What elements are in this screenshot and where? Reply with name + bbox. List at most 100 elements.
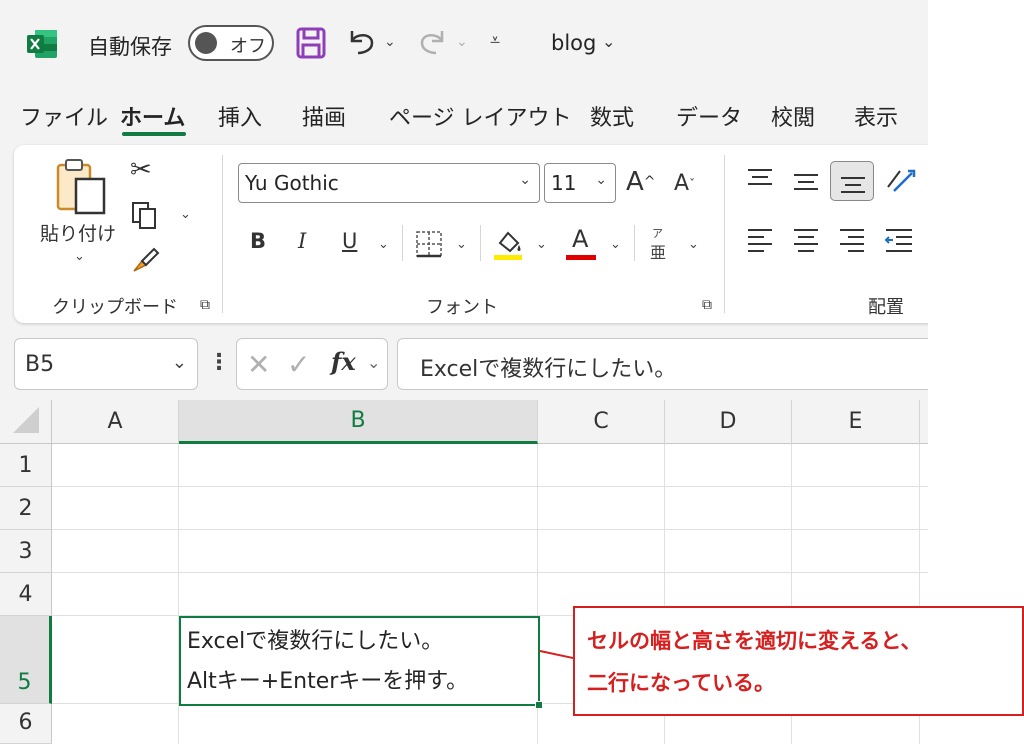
- annotation-callout: セルの幅と高さを適切に変えると、 二行になっている。: [573, 606, 1024, 716]
- top-align-icon[interactable]: [746, 167, 774, 191]
- formula-input[interactable]: Excelで複数行にしたい。: [397, 338, 928, 390]
- column-header-b[interactable]: B: [179, 400, 538, 444]
- save-icon[interactable]: [296, 27, 326, 59]
- group-separator: [222, 155, 223, 313]
- orientation-icon[interactable]: [884, 165, 918, 195]
- title-bar: 自動保存 オフ ⌄ ⌄ ⩡ blog ⌄: [0, 0, 928, 88]
- formula-bar-grip-icon[interactable]: ⋮: [208, 350, 230, 375]
- middle-align-icon[interactable]: [792, 171, 820, 195]
- font-color-icon[interactable]: A: [566, 223, 596, 263]
- toggle-knob: [195, 32, 217, 54]
- font-size-dropdown-icon[interactable]: ⌄: [595, 172, 607, 188]
- borders-icon[interactable]: [414, 229, 444, 259]
- column-header-e[interactable]: E: [792, 400, 920, 444]
- function-dropdown-icon[interactable]: ⌄: [367, 353, 380, 372]
- active-tab-indicator: [122, 132, 186, 136]
- grow-font-glyph: A: [626, 167, 644, 197]
- clipboard-group-label: クリップボード: [52, 297, 178, 318]
- align-left-icon[interactable]: [746, 227, 774, 253]
- cut-icon[interactable]: ✂: [130, 155, 152, 185]
- undo-icon[interactable]: [346, 27, 378, 57]
- undo-dropdown-icon[interactable]: ⌄: [384, 34, 396, 50]
- phonetic-dropdown-icon[interactable]: ⌄: [688, 237, 699, 252]
- copy-dropdown-icon[interactable]: ⌄: [180, 207, 191, 222]
- font-name-value: Yu Gothic: [245, 171, 339, 195]
- tab-home[interactable]: ホーム: [120, 100, 185, 132]
- underline-button[interactable]: U: [342, 229, 357, 253]
- autosave-toggle[interactable]: オフ: [188, 25, 274, 61]
- alignment-group-label: 配置: [868, 297, 904, 318]
- row-line: [52, 486, 928, 487]
- clipboard-launcher-icon[interactable]: ⧉: [200, 297, 210, 313]
- document-name[interactable]: blog: [551, 31, 596, 55]
- autosave-label: 自動保存: [88, 35, 172, 59]
- font-launcher-icon[interactable]: ⧉: [702, 297, 712, 313]
- decrease-indent-icon[interactable]: [884, 227, 914, 253]
- font-size-combo[interactable]: 11 ⌄: [544, 163, 616, 203]
- cancel-icon: ✕: [247, 348, 271, 381]
- fill-color-icon[interactable]: [492, 225, 524, 261]
- tab-draw[interactable]: 描画: [302, 100, 346, 132]
- align-center-icon[interactable]: [792, 227, 820, 253]
- font-color-glyph: A: [572, 225, 589, 253]
- font-separator-3: [634, 225, 635, 261]
- borders-dropdown-icon[interactable]: ⌄: [456, 237, 467, 252]
- copy-icon[interactable]: [130, 201, 158, 229]
- enter-icon: ✓: [287, 348, 311, 381]
- font-color-swatch: [566, 255, 596, 260]
- row-line: [52, 529, 928, 530]
- tab-data[interactable]: データ: [676, 100, 742, 132]
- phonetic-bottom: 亜: [650, 243, 667, 262]
- row-header-2[interactable]: 2: [0, 487, 52, 530]
- bottom-align-button[interactable]: [830, 161, 874, 201]
- grow-font-icon[interactable]: A ^: [626, 167, 656, 197]
- fill-handle[interactable]: [535, 701, 543, 709]
- name-box-dropdown-icon[interactable]: ⌄: [172, 352, 187, 373]
- underline-dropdown-icon[interactable]: ⌄: [378, 237, 389, 252]
- font-separator: [402, 225, 403, 261]
- tab-page-layout[interactable]: ページ レイアウト: [389, 100, 572, 132]
- shrink-font-glyph: A: [674, 171, 690, 196]
- select-all-corner[interactable]: [0, 400, 52, 444]
- ribbon-home: 貼り付け ⌄ ✂ ⌄ クリップボード ⧉ Yu Gothic ⌄ 11 ⌄ A ^…: [14, 145, 928, 323]
- cell-b5[interactable]: Excelで複数行にしたい。 Altキー+Enterキーを押す。: [179, 616, 540, 706]
- row-header-6[interactable]: 6: [0, 704, 52, 744]
- insert-function-icon[interactable]: fx: [331, 347, 356, 376]
- column-header-a[interactable]: A: [52, 400, 179, 444]
- align-right-icon[interactable]: [838, 227, 866, 253]
- redo-dropdown-icon: ⌄: [456, 34, 468, 50]
- row-line: [52, 572, 928, 573]
- row-header-3[interactable]: 3: [0, 530, 52, 573]
- paste-label[interactable]: 貼り付け: [40, 219, 116, 246]
- formula-buttons: ✕ ✓ fx ⌄: [236, 338, 388, 390]
- bold-button[interactable]: B: [250, 229, 266, 253]
- font-color-dropdown-icon[interactable]: ⌄: [610, 237, 621, 252]
- row-header-5[interactable]: 5: [0, 616, 52, 704]
- column-header-c[interactable]: C: [538, 400, 665, 444]
- tab-view[interactable]: 表示: [854, 100, 898, 132]
- tab-file[interactable]: ファイル: [20, 100, 108, 132]
- paste-dropdown-icon[interactable]: ⌄: [74, 249, 85, 264]
- row-header-1[interactable]: 1: [0, 444, 52, 487]
- paste-icon[interactable]: [54, 157, 110, 217]
- fill-color-dropdown-icon[interactable]: ⌄: [536, 237, 547, 252]
- phonetic-guide-icon[interactable]: ア 亜: [648, 225, 672, 262]
- callout-line-1: セルの幅と高さを適切に変えると、: [587, 629, 922, 653]
- font-name-dropdown-icon[interactable]: ⌄: [519, 172, 531, 188]
- italic-button[interactable]: I: [298, 229, 306, 253]
- font-group-label: フォント: [426, 297, 498, 318]
- column-header-d[interactable]: D: [665, 400, 792, 444]
- bottom-align-icon: [841, 177, 865, 193]
- font-size-value: 11: [551, 171, 577, 195]
- tab-insert[interactable]: 挿入: [218, 100, 262, 132]
- name-box[interactable]: B5 ⌄: [14, 338, 198, 390]
- font-name-combo[interactable]: Yu Gothic ⌄: [238, 163, 540, 203]
- shrink-font-icon[interactable]: Aˇ: [674, 171, 695, 196]
- tab-formulas[interactable]: 数式: [590, 100, 634, 132]
- customize-qat-icon[interactable]: ⩡: [490, 30, 500, 51]
- document-dropdown-icon[interactable]: ⌄: [602, 32, 615, 51]
- column-header-f[interactable]: [920, 400, 928, 444]
- tab-review[interactable]: 校閲: [771, 100, 815, 132]
- format-painter-icon[interactable]: [130, 245, 160, 275]
- row-header-4[interactable]: 4: [0, 573, 52, 616]
